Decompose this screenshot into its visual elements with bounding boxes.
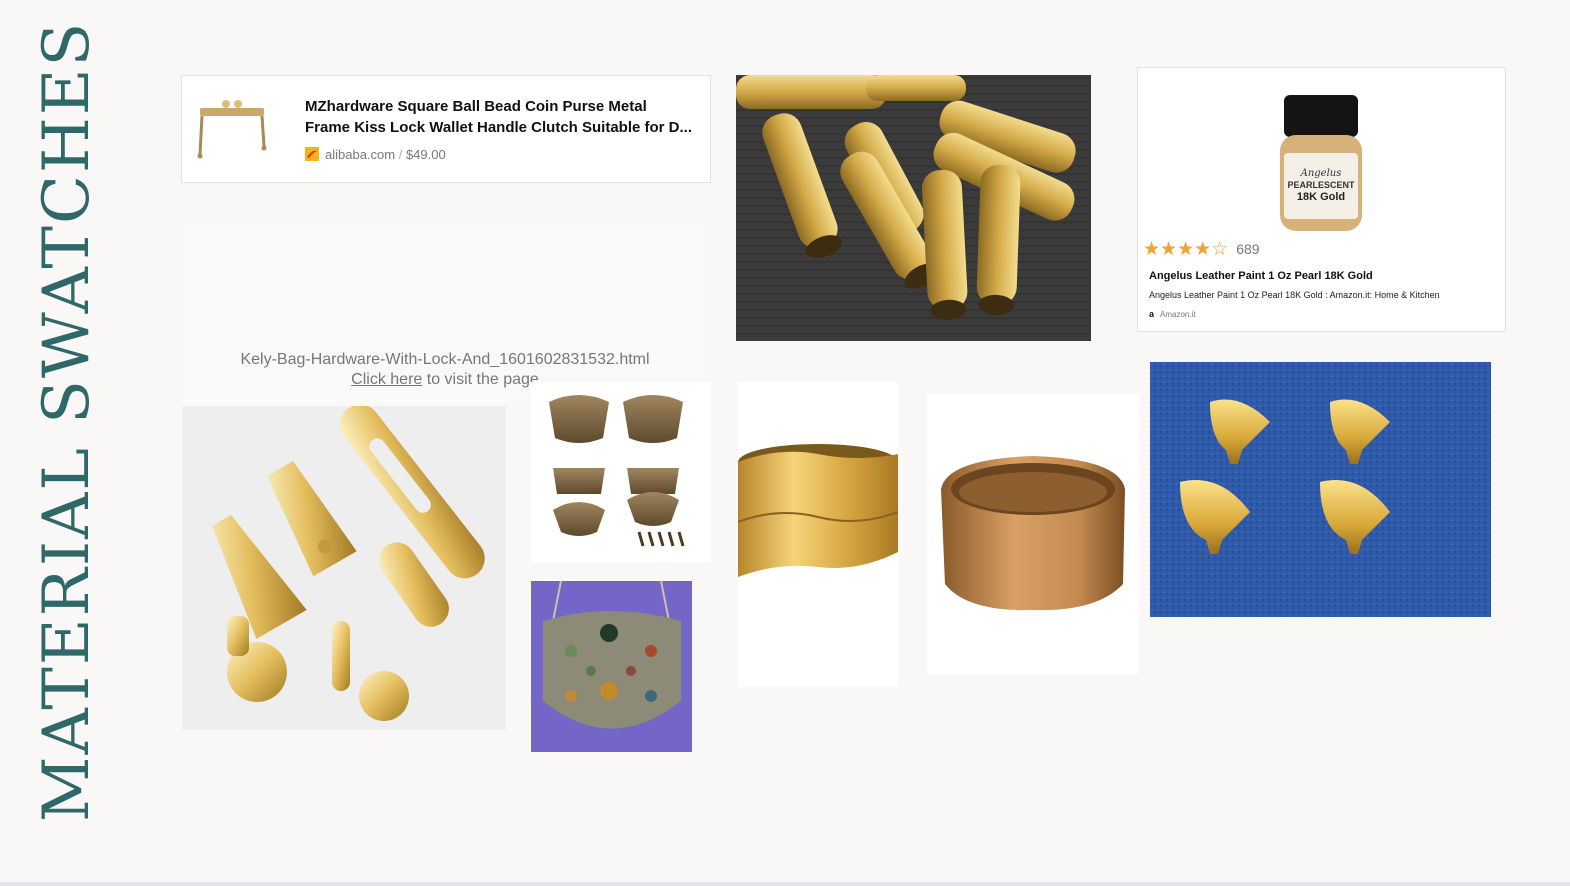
star-icon: ★★★★ [1143, 237, 1212, 260]
embed-visit-link[interactable]: Click here [351, 371, 422, 388]
embed-placeholder: Kely-Bag-Hardware-With-Lock-And_16016028… [181, 222, 709, 406]
link-card-angelus-paint[interactable]: Angelus PEARLESCENT 18K Gold ★★★★ ☆ 689 A… [1137, 67, 1506, 332]
amazon-card-source: Amazon.it [1160, 309, 1196, 319]
embed-filename: Kely-Bag-Hardware-With-Lock-And_16016028… [240, 351, 650, 368]
amazon-card-title: Angelus Leather Paint 1 Oz Pearl 18K Gol… [1149, 270, 1373, 282]
alibaba-favicon-icon [305, 147, 319, 161]
gold-tube-beads-photo [736, 75, 1091, 341]
jeweled-coin-purse-photo [531, 581, 692, 752]
link-card-source: alibaba.com [325, 146, 396, 162]
gold-zipper-pulls-photo [182, 406, 506, 730]
paint-label-line1: PEARLESCENT [1287, 180, 1355, 190]
purse-frame-thumbnail [192, 94, 272, 164]
rose-gold-band-ring-photo [927, 394, 1139, 674]
review-count: 689 [1236, 241, 1260, 257]
bronze-latches-photo [531, 382, 711, 562]
paint-label-brand: Angelus [1300, 168, 1342, 179]
link-card-title-line2: Frame Kiss Lock Wallet Handle Clutch Sui… [305, 119, 693, 136]
gold-wavy-ring-photo [738, 382, 898, 687]
star-half-icon: ☆ [1211, 237, 1229, 260]
link-card-purse-frame[interactable]: MZhardware Square Ball Bead Coin Purse M… [181, 75, 711, 183]
amazon-favicon-icon: a [1149, 309, 1155, 319]
amazon-card-description: Angelus Leather Paint 1 Oz Pearl 18K Gol… [1149, 290, 1440, 300]
gold-corner-feet-photo [1150, 362, 1491, 617]
paint-label-line2: 18K Gold [1296, 191, 1346, 203]
embed-visit-suffix: to visit the page [422, 371, 539, 388]
paint-bottle-image: Angelus PEARLESCENT 18K Gold [1278, 95, 1364, 235]
link-card-price: $49.00 [405, 146, 446, 162]
board-title: MATERIAL SWATCHES [30, 20, 104, 822]
star-rating: ★★★★ ☆ 689 [1143, 239, 1260, 259]
link-card-separator: / [395, 146, 406, 162]
link-card-title-line1: MZhardware Square Ball Bead Coin Purse M… [305, 98, 647, 115]
bottom-divider [0, 882, 1570, 886]
